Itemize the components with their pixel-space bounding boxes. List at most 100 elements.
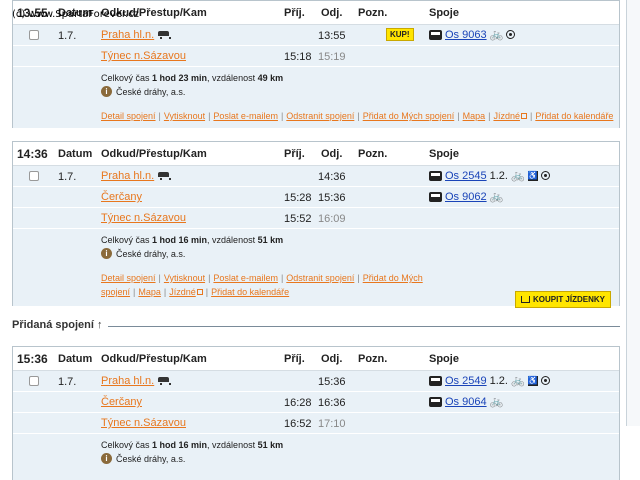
- info-circle-icon: [540, 376, 550, 385]
- train-link[interactable]: Os 2545: [445, 170, 487, 182]
- map-link[interactable]: Mapa: [463, 111, 486, 121]
- arrival: 15:52: [284, 213, 312, 225]
- col-datum: Datum: [58, 148, 93, 160]
- fare-link[interactable]: Jízdné: [493, 111, 520, 121]
- train-info: Os 9064 🚲: [429, 395, 503, 408]
- train-icon: [429, 191, 442, 202]
- operator: i České dráhy, a.s.: [13, 453, 619, 464]
- train-link[interactable]: Os 9064: [445, 396, 487, 408]
- train-icon: [429, 170, 442, 181]
- col-spoje: Spoje: [429, 148, 459, 160]
- info-icon: i: [101, 248, 112, 259]
- card-header: 14:36 Datum Odkud/Přestup/Kam Příj. Odj.…: [13, 142, 619, 166]
- route-row: Čerčany 15:28 15:36 Os 9062 🚲: [13, 187, 619, 208]
- arrival: 15:18: [284, 51, 312, 63]
- remove-link[interactable]: Odstranit spojení: [286, 111, 354, 121]
- card-body: 1.7. Praha hl.n. 14:36 Os 2545 1.2. 🚲 ♿ …: [13, 166, 619, 308]
- route-row: Čerčany 16:28 16:36 Os 9064 🚲: [13, 392, 619, 413]
- col-prij: Příj.: [284, 148, 305, 160]
- station-link[interactable]: Týnec n.Sázavou: [101, 212, 186, 224]
- date: 1.7.: [58, 30, 77, 42]
- station-link[interactable]: Týnec n.Sázavou: [101, 50, 186, 62]
- select-checkbox[interactable]: [29, 30, 39, 40]
- calendar-link[interactable]: Přidat do kalendáře: [535, 111, 613, 121]
- arrival: 16:28: [284, 397, 312, 409]
- connection-card-2: 14:36 Datum Odkud/Přestup/Kam Příj. Odj.…: [12, 141, 620, 308]
- train-station-icon: [158, 172, 172, 180]
- print-link[interactable]: Vytisknout: [164, 111, 205, 121]
- date: 1.7.: [58, 376, 77, 388]
- buy-button[interactable]: KUP!: [386, 28, 414, 41]
- print-link[interactable]: Vytisknout: [164, 273, 205, 283]
- add-my-link[interactable]: Přidat do Mých spojení: [363, 111, 455, 121]
- bicycle-icon: 🚲: [489, 396, 504, 408]
- train-info: Os 2549 1.2. 🚲 ♿: [429, 374, 550, 387]
- calendar-link[interactable]: Přidat do kalendáře: [211, 287, 289, 297]
- select-checkbox[interactable]: [29, 171, 39, 181]
- detail-link[interactable]: Detail spojení: [101, 273, 156, 283]
- station-link[interactable]: Praha hl.n.: [101, 170, 172, 182]
- map-link[interactable]: Mapa: [138, 287, 161, 297]
- bicycle-icon: 🚲: [510, 170, 525, 182]
- watermark: (c) www.SpartaForever.cz: [12, 9, 140, 20]
- station-link[interactable]: Čerčany: [101, 191, 142, 203]
- arrival: 16:52: [284, 418, 312, 430]
- select-checkbox[interactable]: [29, 376, 39, 386]
- card-header: 15:36 Datum Odkud/Přestup/Kam Příj. Odj.…: [13, 347, 619, 371]
- train-info: Os 9063 🚲: [429, 28, 516, 41]
- station-link[interactable]: Praha hl.n.: [101, 29, 172, 41]
- class-info: 1.2.: [489, 374, 508, 387]
- col-spoje: Spoje: [429, 353, 459, 365]
- departure: 16:09: [318, 213, 346, 225]
- card-body: 1.7. Praha hl.n. 15:36 Os 2549 1.2. 🚲 ♿ …: [13, 371, 619, 480]
- divider: [108, 326, 620, 327]
- route-row: Týnec n.Sázavou 16:52 17:10: [13, 413, 619, 434]
- departure: 15:19: [318, 51, 346, 63]
- col-spoje: Spoje: [429, 7, 459, 19]
- fare-link[interactable]: Jízdné: [169, 287, 196, 297]
- route-row: 1.7. Praha hl.n. 15:36 Os 2549 1.2. 🚲 ♿: [13, 371, 619, 392]
- added-connections-label[interactable]: Přidaná spojení ↑: [12, 319, 102, 331]
- col-odj: Odj.: [321, 353, 343, 365]
- route-row: Týnec n.Sázavou 15:18 15:19: [13, 46, 619, 67]
- departure: 16:36: [318, 397, 346, 409]
- detail-link[interactable]: Detail spojení: [101, 111, 156, 121]
- info-icon: i: [101, 86, 112, 97]
- bicycle-icon: 🚲: [510, 375, 525, 387]
- departure: 15:36: [318, 192, 346, 204]
- bicycle-icon: 🚲: [489, 191, 504, 203]
- remove-link[interactable]: Odstranit spojení: [286, 273, 354, 283]
- departure: 17:10: [318, 418, 346, 430]
- train-station-icon: [158, 377, 172, 385]
- col-odj: Odj.: [321, 148, 343, 160]
- station-link[interactable]: Čerčany: [101, 396, 142, 408]
- train-link[interactable]: Os 9062: [445, 191, 487, 203]
- col-prij: Příj.: [284, 7, 305, 19]
- station-link[interactable]: Praha hl.n.: [101, 375, 172, 387]
- right-panel-edge: [626, 0, 640, 426]
- station-link[interactable]: Týnec n.Sázavou: [101, 417, 186, 429]
- train-info: Os 9062 🚲: [429, 190, 503, 203]
- col-pozn: Pozn.: [358, 148, 388, 160]
- departure: 14:36: [318, 171, 346, 183]
- train-link[interactable]: Os 2549: [445, 375, 487, 387]
- email-link[interactable]: Poslat e-mailem: [213, 111, 278, 121]
- col-odj: Odj.: [321, 7, 343, 19]
- class-info: 1.2.: [489, 169, 508, 182]
- train-link[interactable]: Os 9063: [445, 29, 487, 41]
- route-row: 1.7. Praha hl.n. 14:36 Os 2545 1.2. 🚲 ♿: [13, 166, 619, 187]
- email-link[interactable]: Poslat e-mailem: [213, 273, 278, 283]
- trip-summary: Celkový čas 1 hod 16 min, vzdálenost 51 …: [101, 440, 284, 450]
- departure-time: 15:36: [17, 352, 48, 366]
- route-row: 1.7. Praha hl.n. 13:55 KUP! Os 9063 🚲: [13, 25, 619, 46]
- buy-tickets-button[interactable]: KOUPIT JÍZDENKY: [514, 291, 611, 308]
- connection-card-3: 15:36 Datum Odkud/Přestup/Kam Příj. Odj.…: [12, 346, 620, 480]
- train-info: Os 2545 1.2. 🚲 ♿: [429, 169, 550, 182]
- train-icon: [429, 375, 442, 386]
- operator: i České dráhy, a.s.: [13, 86, 619, 97]
- train-station-icon: [158, 31, 172, 39]
- trip-summary: Celkový čas 1 hod 23 min, vzdálenost 49 …: [101, 73, 284, 83]
- external-link-icon: [196, 289, 203, 295]
- wheelchair-icon: ♿: [527, 375, 538, 386]
- info-icon: i: [101, 453, 112, 464]
